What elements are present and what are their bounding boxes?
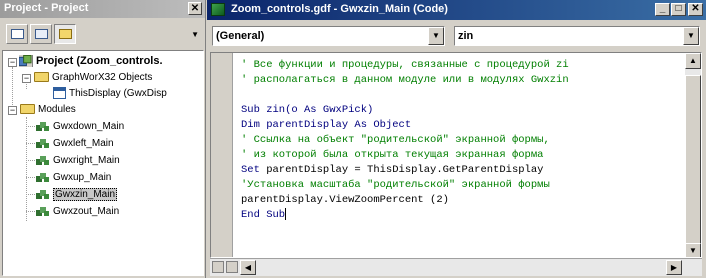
- view-code-icon: [11, 29, 24, 39]
- tree-connector: [26, 211, 35, 212]
- tree-item-module[interactable]: Gwxleft_Main: [36, 136, 114, 151]
- folder-icon: [59, 29, 72, 39]
- code-line[interactable]: ' из которой была открыта текущая экранн…: [241, 148, 681, 163]
- scroll-thumb[interactable]: [685, 75, 701, 245]
- tree-folder-modules-label: Modules: [38, 104, 76, 115]
- tree-item-module-label: Gwxleft_Main: [53, 138, 114, 149]
- project-explorer-title: Project - Project: [4, 2, 89, 14]
- tree-folder-objects[interactable]: GraphWorX32 Objects: [34, 70, 152, 85]
- module-icon: [36, 121, 49, 131]
- code-line[interactable]: ' Ссылка на объект "родительской" экранн…: [241, 133, 681, 148]
- toggle-folders-button[interactable]: [54, 24, 76, 44]
- tree-connector: [26, 194, 35, 195]
- tree-folder-modules[interactable]: Modules: [20, 102, 76, 117]
- tree-connector: [26, 160, 35, 161]
- code-line[interactable]: ' располагаться в данном модуле или в мо…: [241, 73, 681, 88]
- tree-connector: [26, 117, 27, 221]
- tree-item-module[interactable]: Gwxup_Main: [36, 170, 111, 185]
- maximize-icon[interactable]: □: [671, 3, 686, 16]
- project-icon: [19, 55, 33, 68]
- tree-root-project[interactable]: Project (Zoom_controls.: [19, 54, 163, 69]
- app-icon: [211, 3, 225, 16]
- object-combo-value: (General): [216, 30, 265, 42]
- tree-item-module[interactable]: Gwxdown_Main: [36, 119, 124, 134]
- close-icon[interactable]: ✕: [188, 2, 202, 15]
- display-form-icon: [53, 87, 66, 100]
- collapse-icon[interactable]: −: [8, 106, 17, 115]
- view-object-icon: [35, 29, 48, 39]
- module-icon: [36, 138, 49, 148]
- module-icon: [36, 189, 49, 199]
- code-window-titlebar[interactable]: Zoom_controls.gdf - Gwxzin_Main (Code) _…: [207, 0, 706, 20]
- tree-item-module[interactable]: Gwxright_Main: [36, 153, 120, 168]
- code-line[interactable]: Set parentDisplay = ThisDisplay.GetParen…: [241, 163, 681, 178]
- vertical-scrollbar[interactable]: ▲ ▼: [685, 53, 701, 257]
- tree-root-label: Project (Zoom_controls.: [36, 55, 163, 67]
- tree-item-module[interactable]: Gwxzout_Main: [36, 204, 119, 219]
- module-icon: [36, 206, 49, 216]
- code-editor[interactable]: ' Все функции и процедуры, связанные с п…: [210, 52, 702, 258]
- project-explorer-titlebar[interactable]: Project - Project ✕: [0, 0, 205, 18]
- view-code-button[interactable]: [6, 24, 28, 44]
- tree-connector: [26, 143, 35, 144]
- collapse-icon[interactable]: −: [8, 58, 17, 67]
- scroll-up-icon[interactable]: ▲: [685, 53, 701, 69]
- chevron-down-icon[interactable]: ▼: [683, 27, 699, 45]
- tree-item-module-label: Gwxdown_Main: [53, 121, 125, 132]
- code-line[interactable]: parentDisplay.ViewZoomPercent (2): [241, 193, 681, 208]
- module-icon: [36, 155, 49, 165]
- code-line[interactable]: End Sub: [241, 208, 681, 223]
- tree-item-module[interactable]: Gwxzin_Main: [36, 187, 118, 202]
- code-line[interactable]: Sub zin(o As GwxPick): [241, 103, 681, 118]
- folder-icon: [20, 104, 35, 115]
- view-object-button[interactable]: [30, 24, 52, 44]
- tree-item-module-label: Gwxright_Main: [53, 155, 120, 166]
- object-combo[interactable]: (General) ▼: [212, 26, 445, 46]
- folder-icon: [34, 72, 49, 83]
- scroll-right-icon[interactable]: ▶: [666, 260, 682, 275]
- code-line[interactable]: [241, 88, 681, 103]
- chevron-down-icon[interactable]: ▼: [191, 30, 199, 39]
- horizontal-scrollbar[interactable]: ◀ ▶: [210, 258, 702, 276]
- code-lines[interactable]: ' Все функции и процедуры, связанные с п…: [241, 58, 681, 257]
- project-tree: − Project (Zoom_controls. − GraphWorX32 …: [2, 50, 204, 276]
- close-icon[interactable]: ✕: [688, 3, 703, 16]
- scroll-down-icon[interactable]: ▼: [685, 243, 701, 257]
- project-toolbar: ▼: [0, 18, 205, 48]
- procedure-view-icon[interactable]: [212, 261, 224, 273]
- text-caret: [285, 208, 287, 221]
- code-window-title: Zoom_controls.gdf - Gwxzin_Main (Code): [231, 3, 448, 15]
- tree-folder-objects-label: GraphWorX32 Objects: [52, 72, 153, 83]
- module-icon: [36, 172, 49, 182]
- project-explorer: Project - Project ✕ ▼ − Project (Zoom_co…: [0, 0, 206, 278]
- procedure-combo[interactable]: zin ▼: [454, 26, 700, 46]
- code-line[interactable]: 'Установка масштаба "родительской" экран…: [241, 178, 681, 193]
- minimize-icon[interactable]: _: [655, 3, 670, 16]
- tree-item-module-label: Gwxzin_Main: [53, 188, 118, 201]
- tree-item-module-label: Gwxup_Main: [53, 172, 112, 183]
- procedure-combo-value: zin: [458, 30, 474, 42]
- code-line[interactable]: ' Все функции и процедуры, связанные с п…: [241, 58, 681, 73]
- code-line[interactable]: Dim parentDisplay As Object: [241, 118, 681, 133]
- collapse-icon[interactable]: −: [22, 74, 31, 83]
- tree-item-module-label: Gwxzout_Main: [53, 206, 120, 217]
- scroll-left-icon[interactable]: ◀: [240, 260, 256, 275]
- tree-item-thisdisplay-label: ThisDisplay (GwxDisp: [69, 88, 167, 99]
- code-window: Zoom_controls.gdf - Gwxzin_Main (Code) _…: [207, 0, 706, 278]
- full-module-view-icon[interactable]: [226, 261, 238, 273]
- tree-connector: [26, 126, 35, 127]
- margin-indicator-bar[interactable]: [211, 53, 233, 257]
- chevron-down-icon[interactable]: ▼: [428, 27, 444, 45]
- tree-connector: [26, 177, 35, 178]
- tree-item-thisdisplay[interactable]: ThisDisplay (GwxDisp: [53, 86, 167, 101]
